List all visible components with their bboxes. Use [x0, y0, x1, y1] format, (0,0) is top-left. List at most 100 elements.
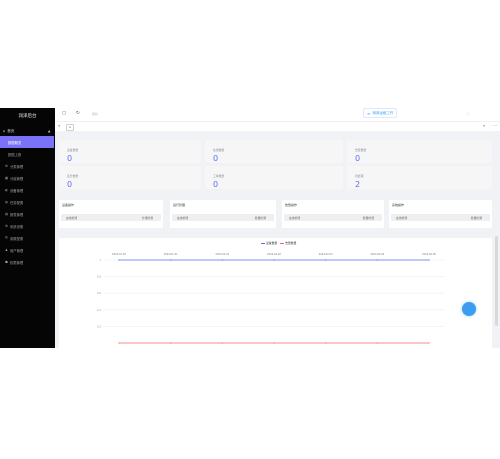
- x-tick-label: 2024-02-01: [215, 253, 229, 256]
- sidebar-item-label: 任务配置: [10, 200, 24, 205]
- line-chart: 1 0.8 0.6 0.4 0.2 2024-01-30 2024-01-31 2024-02…: [97, 253, 444, 344]
- y-tick-label: 0.8: [97, 275, 101, 279]
- operation-actions: 在线检测 分组检测: [61, 214, 161, 221]
- y-tick-label: 0.4: [97, 308, 101, 312]
- x-tick-label: 2024-02-02: [267, 253, 281, 256]
- series-point-1[interactable]: [376, 342, 378, 344]
- sidebar-item[interactable]: ◐ 设备管理: [0, 184, 55, 196]
- logo-text: 润泽运维工作: [372, 110, 394, 115]
- y-tick-label: 0.2: [97, 324, 101, 328]
- operation-card: 设备操作在线检测 分组检测: [59, 200, 163, 228]
- sidebar-item[interactable]: 数据上报: [0, 148, 55, 160]
- series-point-0[interactable]: [325, 259, 327, 261]
- sidebar-item-label: 数据概览: [8, 140, 22, 145]
- series-point-1[interactable]: [118, 342, 120, 344]
- chart-card: 设备数量 告警数量 1 0.8 0.6 0.4 0.2 2024-01-30 2024-01…: [59, 238, 492, 348]
- sidebar-item-label: 分类管理: [10, 164, 24, 169]
- stat-value: 0: [213, 180, 219, 189]
- sidebar-item-label: 系统设置: [10, 224, 24, 229]
- stat-card: 工单数量 0: [205, 166, 343, 189]
- topbar: ▢ ↻ 刷新 ∞ 润泽运维工作 ⛶ 2024-09: [55, 108, 500, 121]
- stat-label: 任务数量: [67, 174, 79, 178]
- scrollbar[interactable]: [495, 236, 498, 326]
- sidebar-group-label: 首页: [7, 128, 15, 133]
- series-point-1[interactable]: [170, 342, 172, 344]
- operation-card: 系统操作在线检测 批量检测: [389, 200, 492, 228]
- sidebar-item[interactable]: ☰ 参数配置: [0, 232, 55, 244]
- x-tick-label: 2024-02-03: [319, 253, 333, 256]
- tabs-bar: « ⌂ » ⋯: [55, 121, 500, 131]
- series-point-0[interactable]: [376, 259, 378, 261]
- operation-left-button[interactable]: 在线检测: [177, 216, 188, 220]
- brand-logo: ∞ 润泽运维工作: [363, 108, 398, 118]
- sidebar-item[interactable]: ⚙ 分类管理: [0, 160, 55, 172]
- tabs-prev-icon[interactable]: «: [58, 123, 60, 128]
- sidebar-item[interactable]: ▦ 分组管理: [0, 172, 55, 184]
- series-point-0[interactable]: [221, 259, 223, 261]
- sidebar-item-label: 设备管理: [10, 188, 24, 193]
- refresh-hint: 刷新: [92, 112, 99, 116]
- sidebar-item[interactable]: 数据概览: [0, 136, 54, 148]
- operation-title: 告警操作: [285, 203, 298, 207]
- logo-mark-icon: ∞: [367, 110, 371, 116]
- operation-title: 系统操作: [392, 203, 405, 207]
- stat-label: 工单数量: [213, 174, 225, 178]
- operation-left-button[interactable]: 在线检测: [66, 216, 77, 220]
- stat-value: 0: [355, 154, 361, 163]
- series-point-1[interactable]: [221, 342, 223, 344]
- operation-actions: 在线检测 批量检测: [172, 214, 274, 221]
- stat-card: 在线数量 0: [205, 140, 343, 163]
- operation-right-button[interactable]: 批量检测: [255, 216, 266, 220]
- series-point-0[interactable]: [118, 259, 120, 261]
- series-point-1[interactable]: [325, 342, 327, 344]
- tabs-more-icon[interactable]: ⋯: [493, 123, 497, 128]
- series-point-1[interactable]: [428, 342, 430, 344]
- stat-value: 2: [355, 180, 361, 189]
- operation-title: 运行管理: [173, 203, 186, 207]
- home-icon: ⌂: [3, 129, 6, 133]
- tabs-next-icon[interactable]: »: [483, 123, 485, 128]
- operation-card: 告警操作在线检测 批量检测: [282, 200, 384, 228]
- fullscreen-icon[interactable]: ⛶: [467, 112, 469, 116]
- stat-label: 待处理: [355, 174, 364, 178]
- sidebar-item[interactable]: ⚙ 系统设置: [0, 220, 55, 232]
- stat-value: 0: [67, 154, 73, 163]
- sidebar-item-label: 分组管理: [10, 176, 24, 181]
- operation-right-button[interactable]: 批量检测: [471, 216, 482, 220]
- stat-card: 待处理 2: [347, 166, 492, 189]
- operation-title: 设备操作: [62, 203, 75, 207]
- chevron-up-icon: ▲: [48, 129, 51, 133]
- series-point-0[interactable]: [170, 259, 172, 261]
- series-point-0[interactable]: [273, 259, 275, 261]
- sidebar-item[interactable]: ◍ 任务配置: [0, 196, 55, 208]
- collapse-menu-icon[interactable]: ▢: [62, 111, 66, 116]
- operation-right-button[interactable]: 批量检测: [363, 216, 374, 220]
- operation-actions: 在线检测 批量检测: [391, 214, 490, 221]
- refresh-icon[interactable]: ↻: [76, 111, 80, 116]
- sidebar: 润泽后台 ⌂ 首页 ▲ 数据概览 数据上报 ⚙ 分类管理 ▦ 分组管理 ◐ 设备管理 ◍ 任务配置…: [0, 108, 55, 348]
- stat-value: 0: [67, 180, 73, 189]
- sidebar-item[interactable]: ▤ 报表管理: [0, 208, 55, 220]
- sidebar-item-label: 权限管理: [10, 260, 24, 265]
- sidebar-item[interactable]: ♟ 用户管理: [0, 244, 55, 256]
- sidebar-nav-list: 数据概览数据上报 ⚙ 分类管理 ▦ 分组管理 ◐ 设备管理 ◍ 任务配置 ▤ 报表管理 ⚙ 系统设置 ☰ 参…: [0, 136, 55, 268]
- sidebar-item[interactable]: ☗ 权限管理: [0, 256, 55, 268]
- operation-right-button[interactable]: 分组检测: [142, 216, 153, 220]
- x-tick-label: 2024-02-05: [422, 253, 436, 256]
- tab-home-icon[interactable]: ⌂: [66, 124, 74, 131]
- sidebar-group-home[interactable]: ⌂ 首页 ▲: [0, 126, 55, 136]
- x-tick-label: 2024-02-04: [370, 253, 384, 256]
- stat-card: 告警数量 0: [347, 140, 492, 163]
- stat-card: 任务数量 0: [59, 166, 201, 189]
- floating-action-button[interactable]: [462, 302, 476, 316]
- stat-label: 在线数量: [213, 148, 225, 152]
- sidebar-item-label: 用户管理: [10, 248, 24, 253]
- sidebar-item-label: 数据上报: [8, 152, 22, 157]
- operation-left-button[interactable]: 在线检测: [289, 216, 300, 220]
- sidebar-item-label: 参数配置: [10, 236, 24, 241]
- series-point-0[interactable]: [428, 259, 430, 261]
- stat-value: 0: [213, 154, 219, 163]
- operation-left-button[interactable]: 在线检测: [396, 216, 407, 220]
- series-point-1[interactable]: [273, 342, 275, 344]
- operation-actions: 在线检测 批量检测: [284, 214, 382, 221]
